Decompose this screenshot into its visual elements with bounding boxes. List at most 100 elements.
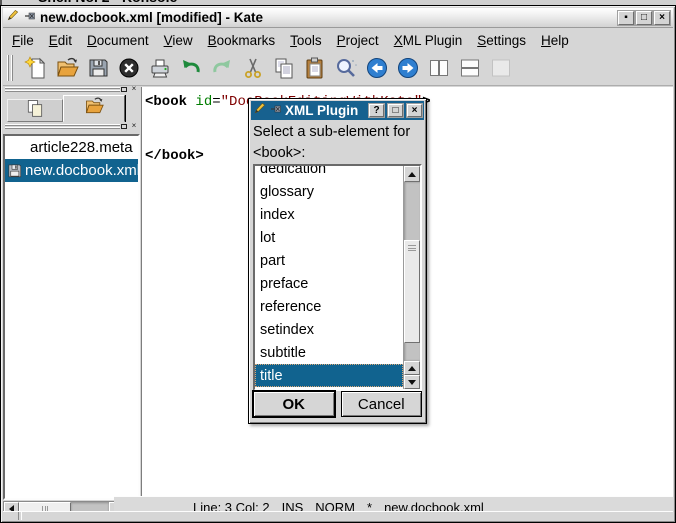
blank-view-icon (489, 56, 513, 80)
redo-icon (210, 56, 234, 80)
window-controls: ▪□× (618, 11, 670, 25)
new-document-icon (24, 56, 48, 80)
token-tag: <book (145, 94, 187, 110)
kate-app-icon (6, 8, 20, 27)
file-name: new.docbook.xml (25, 162, 138, 179)
menu-view[interactable]: View (164, 33, 193, 48)
dock-close-icon[interactable]: × (130, 122, 138, 130)
file-list: article228.meta new.docbook.xml (3, 134, 140, 500)
split-vertical-button[interactable] (423, 54, 454, 83)
sidebar-tab-open-folder-tab[interactable] (63, 95, 125, 122)
toolbar-drag-handle[interactable] (7, 55, 15, 81)
filelist-dock-header[interactable]: × (3, 122, 140, 134)
scrollbar-thumb[interactable] (404, 240, 420, 343)
list-item-glossary[interactable]: glossary (255, 180, 403, 203)
list-items: dedicationglossaryindexlotpartprefaceref… (255, 164, 403, 389)
dialog-maximize-button[interactable]: □ (388, 104, 403, 117)
cut-button[interactable] (237, 54, 268, 83)
pin-icon[interactable] (24, 9, 36, 27)
save-button[interactable] (82, 54, 113, 83)
sidebar-dock-header[interactable]: × (3, 85, 140, 95)
ok-button[interactable]: OK (253, 391, 335, 417)
scroll-up-icon[interactable] (404, 361, 420, 375)
dock-float-icon[interactable] (120, 85, 128, 93)
find-icon (334, 56, 358, 80)
dialog-message: Select a sub-element for <book>: (253, 122, 422, 164)
scroll-down-icon[interactable] (404, 375, 420, 389)
kate-app-icon (253, 101, 267, 120)
list-item-part[interactable]: part (255, 249, 403, 272)
list-item-setindex[interactable]: setindex (255, 318, 403, 341)
sub-element-list: dedicationglossaryindexlotpartprefaceref… (253, 164, 422, 391)
maximize-button[interactable]: □ (636, 11, 652, 25)
dialog-close-button[interactable]: × (407, 104, 422, 117)
open-folder-button[interactable] (51, 54, 82, 83)
file-list-item[interactable]: new.docbook.xml (5, 159, 138, 182)
menu-bookmarks[interactable]: Bookmarks (208, 33, 276, 48)
list-vertical-scrollbar[interactable] (403, 166, 420, 389)
forward-button[interactable] (392, 54, 423, 83)
close-document-button[interactable] (113, 54, 144, 83)
list-item-lot[interactable]: lot (255, 226, 403, 249)
menu-help[interactable]: Help (541, 33, 569, 48)
statusbar-resize-notch (18, 512, 22, 520)
cancel-button[interactable]: Cancel (341, 391, 423, 417)
list-item-reference[interactable]: reference (255, 295, 403, 318)
file-name: article228.meta (30, 139, 133, 156)
window-title: new.docbook.xml [modified] - Kate (40, 10, 614, 25)
paste-icon (303, 56, 327, 80)
minimize-button[interactable]: ▪ (618, 11, 634, 25)
copy-button[interactable] (268, 54, 299, 83)
new-document-button[interactable] (20, 54, 51, 83)
sidebar-tab-documents[interactable] (7, 99, 63, 122)
undo-button[interactable] (175, 54, 206, 83)
toolbar (3, 51, 673, 86)
menu-xml-plugin[interactable]: XML Plugin (394, 33, 463, 48)
dialog-help-button[interactable]: ? (369, 104, 384, 117)
dock-grip[interactable] (5, 124, 120, 130)
window-bottom-border (3, 511, 673, 520)
screen: Shell No. 2 - Konsole new.docbook.xml [m… (0, 0, 676, 523)
menu-edit[interactable]: Edit (49, 33, 72, 48)
dialog-buttons: OK Cancel (253, 391, 422, 417)
open-folder-tab-icon (84, 96, 104, 121)
list-item-index[interactable]: index (255, 203, 403, 226)
menu-file[interactable]: File (12, 33, 34, 48)
documents-icon (25, 98, 45, 123)
dialog-controls: ? □ × (369, 104, 422, 117)
close-button[interactable]: × (654, 11, 670, 25)
scrollbar-track[interactable] (404, 182, 420, 361)
titlebar[interactable]: new.docbook.xml [modified] - Kate ▪□× (3, 8, 673, 28)
paste-button[interactable] (299, 54, 330, 83)
pin-icon[interactable] (270, 102, 282, 120)
dock-close-icon[interactable]: × (130, 85, 138, 93)
menu-tools[interactable]: Tools (290, 33, 322, 48)
menu-document[interactable]: Document (87, 33, 149, 48)
menubar: File Edit Document View Bookmarks Tools Projec… (3, 29, 673, 51)
dock-grip[interactable] (5, 87, 120, 93)
redo-button[interactable] (206, 54, 237, 83)
find-button[interactable] (330, 54, 361, 83)
menu-project[interactable]: Project (337, 33, 379, 48)
list-item-title[interactable]: title (255, 364, 403, 387)
dock-float-icon[interactable] (120, 122, 128, 130)
split-horizontal-icon (458, 56, 482, 80)
file-list-item[interactable]: article228.meta (5, 136, 138, 159)
token-attribute: id (195, 94, 212, 110)
print-button[interactable] (144, 54, 175, 83)
back-button[interactable] (361, 54, 392, 83)
dialog-titlebar[interactable]: XML Plugin ?□× (251, 101, 424, 120)
menu-settings[interactable]: Settings (477, 33, 526, 48)
list-item-subtitle[interactable]: subtitle (255, 341, 403, 364)
cut-icon (241, 56, 265, 80)
scroll-up-icon[interactable] (404, 166, 420, 182)
list-item-preface[interactable]: preface (255, 272, 403, 295)
split-horizontal-button[interactable] (454, 54, 485, 83)
blank-view-button[interactable] (485, 54, 516, 83)
open-folder-icon (55, 56, 79, 80)
list-item-dedication[interactable]: dedication (255, 164, 403, 180)
sidebar: × × article228.meta new.docbook.xml (3, 85, 140, 516)
xml-plugin-dialog: XML Plugin ?□× Select a sub-element for … (248, 98, 427, 424)
save-icon (86, 56, 110, 80)
close-document-icon (117, 56, 141, 80)
